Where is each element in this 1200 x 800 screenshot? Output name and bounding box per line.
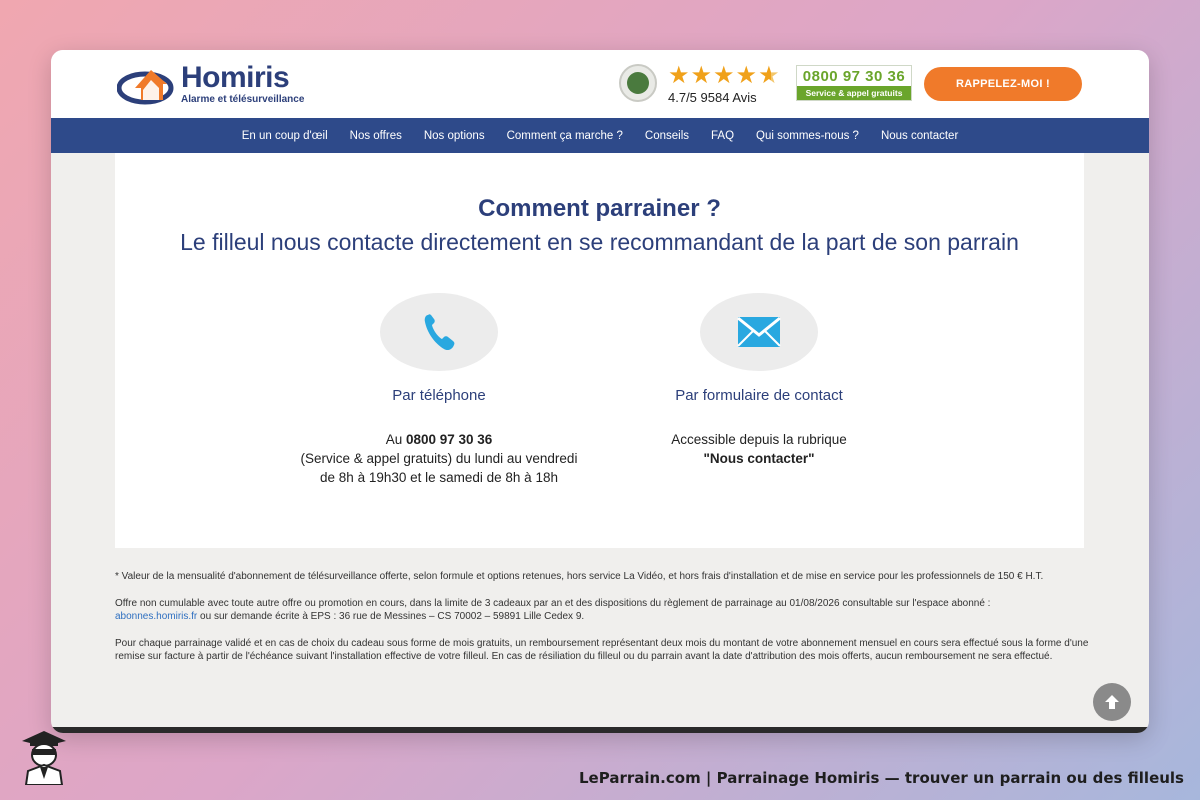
logo-tagline: Alarme et télésurveillance: [181, 94, 305, 105]
callback-button[interactable]: RAPPELEZ-MOI !: [924, 67, 1082, 101]
customer-rating[interactable]: ★ ★ ★ ★ ★ 4.7/5 9584 Avis: [668, 64, 780, 106]
nav-item-advice[interactable]: Conseils: [634, 130, 700, 142]
nav-item-faq[interactable]: FAQ: [700, 130, 745, 142]
nav-item-overview[interactable]: En un coup d'œil: [231, 130, 339, 142]
nav-item-options[interactable]: Nos options: [413, 130, 496, 142]
note-2-after: ou sur demande écrite à EPS : 36 rue de …: [197, 611, 585, 622]
phone-subtitle: Service & appel gratuits: [797, 86, 911, 100]
phone-hours-line1: (Service & appel gratuits) du lundi au v…: [300, 451, 578, 466]
customer-award-badge: [619, 64, 657, 102]
form-method-line1: Accessible depuis la rubrique: [671, 432, 847, 447]
phone-icon: [424, 314, 455, 351]
nav-item-how-it-works[interactable]: Comment ça marche ?: [496, 130, 634, 142]
rating-stars: ★ ★ ★ ★ ★: [668, 64, 780, 88]
nav-item-about[interactable]: Qui sommes-nous ?: [745, 130, 870, 142]
star-icon: ★: [713, 62, 735, 89]
form-method-details: Accessible depuis la rubrique "Nous cont…: [609, 430, 909, 468]
rating-text: 4.7/5 9584 Avis: [668, 90, 757, 105]
homiris-logo[interactable]: Homiris Alarme et télésurveillance: [117, 60, 307, 108]
legal-notes: * Valeur de la mensualité d'abonnement d…: [115, 570, 1090, 677]
main-nav: En un coup d'œil Nos offres Nos options …: [51, 118, 1149, 153]
site-header: Homiris Alarme et télésurveillance ★ ★ ★…: [51, 50, 1149, 118]
referral-card: Comment parrainer ? Le filleul nous cont…: [115, 153, 1084, 548]
star-icon: ★: [668, 62, 690, 89]
subscriber-space-link[interactable]: abonnes.homiris.fr: [115, 611, 197, 622]
contact-section-link[interactable]: "Nous contacter": [703, 451, 814, 466]
star-half-icon: ★: [758, 62, 780, 89]
browser-window: Homiris Alarme et télésurveillance ★ ★ ★…: [51, 50, 1149, 733]
nav-item-offers[interactable]: Nos offres: [339, 130, 413, 142]
phone-prefix: Au: [385, 432, 406, 447]
phone-hours-line2: de 8h à 19h30 et le samedi de 8h à 18h: [320, 470, 558, 485]
page-caption: LeParrain.com | Parrainage Homiris — tro…: [579, 769, 1184, 787]
note-2: Offre non cumulable avec toute autre off…: [115, 597, 1090, 623]
star-icon: ★: [690, 62, 713, 89]
note-2-text: Offre non cumulable avec toute autre off…: [115, 598, 991, 609]
note-3: Pour chaque parrainage validé et en cas …: [115, 638, 1089, 662]
page-subtitle: Le filleul nous contacte directement en …: [180, 229, 1019, 255]
phone-method: Par téléphone Au 0800 97 30 36 (Service …: [289, 293, 589, 487]
note-1: * Valeur de la mensualité d'abonnement d…: [115, 571, 1044, 582]
phone-method-details: Au 0800 97 30 36 (Service & appel gratui…: [289, 430, 589, 487]
star-icon: ★: [735, 62, 758, 89]
phone-method-number[interactable]: 0800 97 30 36: [406, 432, 492, 447]
house-logo-icon: [117, 70, 174, 105]
envelope-icon: [737, 316, 781, 347]
form-method: Par formulaire de contact Accessible dep…: [609, 293, 909, 468]
free-phone-box[interactable]: 0800 97 30 36 Service & appel gratuits: [796, 65, 912, 101]
phone-method-title: Par téléphone: [392, 387, 486, 404]
page-title: Comment parrainer ?: [478, 195, 721, 222]
scroll-to-top-button[interactable]: [1093, 683, 1131, 721]
logo-name: Homiris: [181, 61, 290, 94]
mail-icon-bubble: [700, 293, 818, 371]
leparrain-mascot-icon: [22, 731, 66, 785]
phone-icon-bubble: [380, 293, 498, 371]
arrow-up-icon: [1105, 695, 1119, 709]
form-method-title: Par formulaire de contact: [675, 387, 843, 404]
phone-number: 0800 97 30 36: [802, 68, 906, 85]
nav-item-contact[interactable]: Nous contacter: [870, 130, 969, 142]
award-seal-icon: [627, 72, 649, 94]
